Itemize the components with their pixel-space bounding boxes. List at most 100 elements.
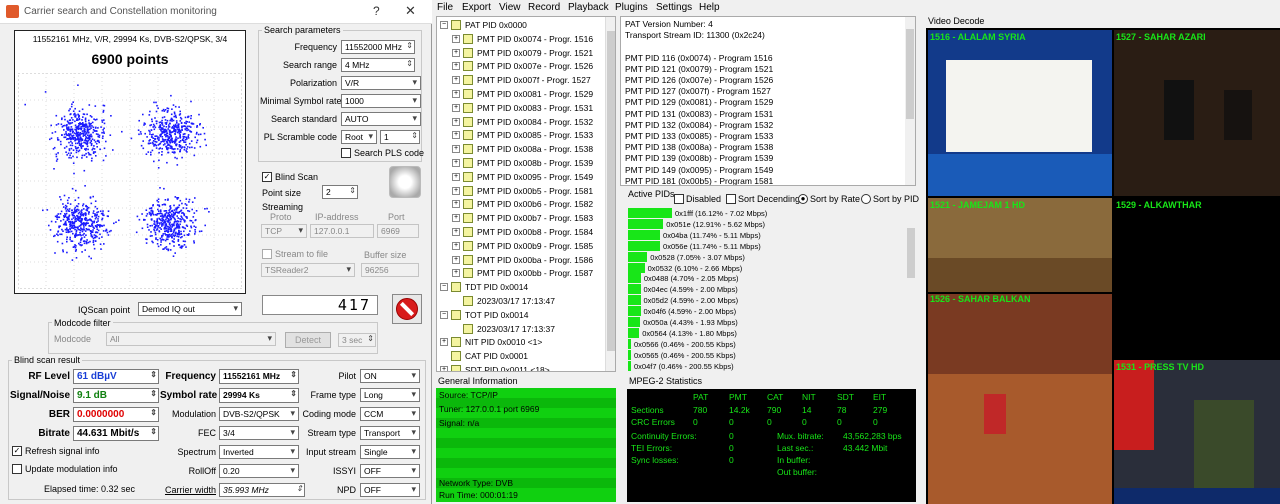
expand-icon[interactable]: + [452,131,460,140]
disabled-checkbox[interactable] [674,194,684,204]
tree-item[interactable]: + PMT PID 0x00bb - Progr. 1587 [437,267,607,280]
expand-icon[interactable]: + [452,48,460,57]
tree-item[interactable]: + PMT PID 0x00b6 - Progr. 1582 [437,198,607,211]
rolloff-select[interactable]: 0.20 [219,464,299,478]
tree-item[interactable]: + PMT PID 0x00ba - Progr. 1586 [437,254,607,267]
menu-record[interactable]: Record [528,2,560,13]
tree-item[interactable]: + PMT PID 0x0081 - Progr. 1529 [437,88,607,101]
expand-icon[interactable]: + [452,34,460,43]
pat-scrollbar[interactable] [905,17,915,185]
tree-item[interactable]: + PMT PID 0x0085 - Progr. 1533 [437,129,607,142]
menu-file[interactable]: File [437,2,453,13]
input-stream-select[interactable]: Single [360,445,420,459]
min-symbol-rate-select[interactable]: 1000 [341,94,421,108]
detect-button[interactable]: Detect [285,332,331,348]
buffer-size-input[interactable]: 96256 [361,263,419,277]
video-tile-2[interactable] [1114,30,1280,196]
tree-item[interactable]: + SDT PID 0x0011 <18> [437,364,607,371]
expand-icon[interactable]: + [452,145,460,154]
update-modulation-checkbox[interactable] [12,464,22,474]
pids-scrollbar[interactable] [907,214,915,372]
tree-item[interactable]: − TDT PID 0x0014 [437,281,607,294]
tree-item[interactable]: + PMT PID 0x007f - Progr. 1527 [437,74,607,87]
collapse-icon[interactable]: − [440,21,448,29]
polarization-select[interactable]: V/R [341,76,421,90]
sort-by-rate-radio[interactable]: ● [798,194,808,204]
modcode-select[interactable]: All [106,332,276,346]
video-tile-6[interactable] [1114,360,1280,504]
expand-icon[interactable]: + [452,214,460,223]
expand-icon[interactable]: + [452,200,460,209]
tree-scrollbar[interactable] [605,17,615,371]
refresh-signal-checkbox[interactable]: ✓ [12,446,22,456]
menu-export[interactable]: Export [462,2,491,13]
menu-settings[interactable]: Settings [656,2,692,13]
expand-icon[interactable]: + [452,90,460,98]
sort-descending-checkbox[interactable] [726,194,736,204]
tree-item[interactable]: + PMT PID 0x00b9 - Progr. 1585 [437,240,607,253]
expand-icon[interactable]: + [452,62,460,71]
tree-item[interactable]: 2023/03/17 17:13:47 [437,295,607,308]
tree-item[interactable]: − PAT PID 0x0000 [437,19,607,32]
fec-select[interactable]: 3/4 [219,426,299,440]
tree-item[interactable]: + PMT PID 0x007e - Progr. 1526 [437,60,607,73]
point-size-input[interactable]: 2 [322,185,358,199]
ip-address-input[interactable]: 127.0.0.1 [310,224,374,238]
reader-select[interactable]: TSReader2 [261,263,355,277]
close-icon[interactable]: ✕ [405,3,416,19]
search-range-input[interactable]: 4 MHz [341,58,415,72]
frequency-input[interactable]: 11552000 MHz [341,40,415,54]
modulation-select[interactable]: DVB-S2/QPSK [219,407,299,421]
stream-to-file-checkbox[interactable] [262,249,272,259]
expand-icon[interactable]: + [452,228,460,236]
tree-item[interactable]: + PMT PID 0x0079 - Progr. 1521 [437,47,607,60]
iqscan-select[interactable]: Demod IQ out [138,302,242,316]
tree-item[interactable]: + NIT PID 0x0010 <1> [437,336,607,349]
tree-item[interactable]: + PMT PID 0x008b - Progr. 1539 [437,157,607,170]
expand-icon[interactable]: + [452,172,460,181]
expand-icon[interactable]: + [452,255,460,264]
tree-item[interactable]: CAT PID 0x0001 [437,350,607,363]
expand-icon[interactable]: + [440,366,448,371]
collapse-icon[interactable]: − [440,283,448,292]
tree-item[interactable]: + PMT PID 0x00b8 - Progr. 1584 [437,226,607,239]
help-icon[interactable]: ? [373,4,380,18]
expand-icon[interactable]: + [452,76,460,85]
coding-mode-select[interactable]: CCM [360,407,420,421]
tree-item[interactable]: + PMT PID 0x0095 - Progr. 1549 [437,171,607,184]
issyi-select[interactable]: OFF [360,464,420,478]
tree-item[interactable]: + PMT PID 0x0074 - Progr. 1516 [437,33,607,46]
video-tile-5[interactable] [928,294,1112,504]
expand-icon[interactable]: + [452,269,460,278]
blind-scan-checkbox[interactable]: ✓ [262,172,272,182]
menu-plugins[interactable]: Plugins [615,2,648,13]
tree-item[interactable]: + PMT PID 0x00b7 - Progr. 1583 [437,212,607,225]
pl-scramble-select[interactable]: Root [341,130,377,144]
pl-scramble-number[interactable]: 1 [380,130,420,144]
tree-item[interactable]: + PMT PID 0x0083 - Progr. 1531 [437,102,607,115]
tree-item[interactable]: + PMT PID 0x0084 - Progr. 1532 [437,116,607,129]
menu-view[interactable]: View [499,2,521,13]
proto-select[interactable]: TCP [261,224,307,238]
frame-type-select[interactable]: Long [360,388,420,402]
stream-type-select[interactable]: Transport [360,426,420,440]
expand-icon[interactable]: + [452,103,460,112]
expand-icon[interactable]: + [452,159,460,167]
npd-select[interactable]: OFF [360,483,420,497]
tree-item[interactable]: − TOT PID 0x0014 [437,309,607,322]
expand-icon[interactable]: + [452,241,460,250]
stop-button[interactable] [392,294,422,324]
search-pls-checkbox[interactable] [341,148,351,158]
search-standard-select[interactable]: AUTO [341,112,421,126]
expand-icon[interactable]: + [440,338,448,347]
carrier-width-label[interactable]: Carrier width [150,485,216,495]
expand-icon[interactable]: + [452,186,460,195]
port-input[interactable]: 6969 [377,224,419,238]
video-tile-4[interactable] [1114,198,1280,348]
video-tile-1[interactable] [928,30,1112,196]
collapse-icon[interactable]: − [440,310,448,319]
tree-item[interactable]: + PMT PID 0x00b5 - Progr. 1581 [437,185,607,198]
menu-playback[interactable]: Playback [568,2,609,13]
expand-icon[interactable]: + [452,117,460,126]
pilot-select[interactable]: ON [360,369,420,383]
